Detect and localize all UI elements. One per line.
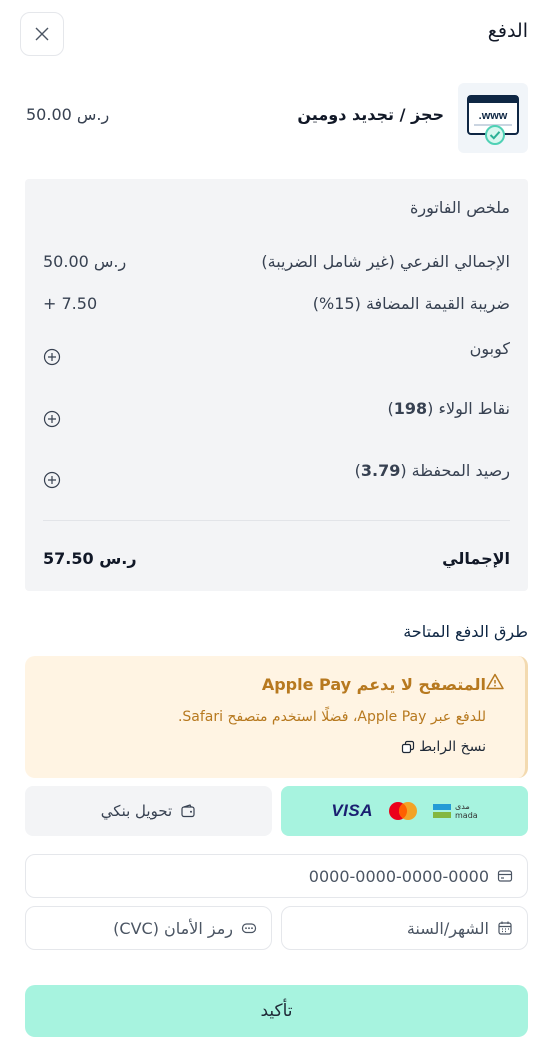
close-icon	[35, 27, 49, 41]
warning-text: للدفع عبر Apple Pay، فضلًا استخدم متصفح …	[177, 709, 486, 725]
mastercard-logo-icon	[389, 802, 417, 820]
card-number-field[interactable]: 0000-0000-0000-0000	[25, 854, 528, 898]
page-title: الدفع	[487, 20, 528, 42]
expiry-field[interactable]: الشهر/السنة	[281, 906, 528, 950]
subtotal-value: 50.00 ر.س	[43, 252, 127, 271]
vat-value: + 7.50	[43, 294, 98, 313]
mada-logo: مدى mada	[433, 802, 478, 820]
thumb-text: www.	[479, 110, 508, 122]
close-button[interactable]	[20, 12, 64, 56]
coupon-label: كوبون	[469, 339, 510, 358]
add-coupon-plus-icon[interactable]	[43, 348, 61, 366]
visa-logo: VISA	[331, 801, 373, 820]
add-loyalty-plus-icon[interactable]	[43, 410, 61, 428]
copy-link[interactable]: نسخ الرابط	[401, 739, 486, 755]
copy-link-label: نسخ الرابط	[419, 739, 486, 755]
summary-divider	[43, 520, 510, 521]
cvc-field[interactable]: رمز الأمان (CVC)	[25, 906, 272, 950]
wallet-balance: 3.79	[360, 461, 401, 480]
bank-transfer-label: تحويل بنكي	[100, 802, 173, 820]
loyalty-label: نقاط الولاء (198)	[387, 399, 510, 418]
expiry-placeholder: الشهر/السنة	[406, 918, 489, 938]
credit-card-icon	[497, 870, 513, 882]
card-payment-option[interactable]: VISA مدى mada	[281, 786, 528, 836]
card-number-placeholder: 0000-0000-0000-0000	[308, 866, 489, 886]
total-value: 57.50 ر.س	[43, 549, 137, 568]
cvc-placeholder: رمز الأمان (CVC)	[113, 918, 233, 938]
product-price: 50.00 ر.س	[26, 105, 110, 124]
total-label: الإجمالي	[442, 549, 510, 568]
warning-icon	[486, 673, 504, 690]
warning-title: المتصفح لا يدعم Apple Pay	[261, 675, 486, 694]
wallet-icon	[181, 804, 195, 818]
bank-transfer-option[interactable]: تحويل بنكي	[25, 786, 272, 836]
subtotal-label: الإجمالي الفرعي (غير شامل الضريبة)	[261, 252, 510, 271]
add-wallet-plus-icon[interactable]	[43, 471, 61, 489]
vat-label: ضريبة القيمة المضافة (15%)	[312, 294, 510, 313]
loyalty-points: 198	[393, 399, 428, 418]
calendar-icon	[498, 921, 512, 935]
security-code-icon	[241, 923, 257, 934]
payment-methods-title: طرق الدفع المتاحة	[403, 622, 528, 641]
product-name: حجز / تجديد دومين	[297, 105, 444, 124]
invoice-summary	[25, 179, 528, 591]
copy-icon	[402, 740, 415, 754]
summary-title: ملخص الفاتورة	[410, 198, 510, 217]
product-thumbnail: www.	[458, 83, 528, 153]
wallet-label: رصيد المحفظة (3.79)	[354, 461, 510, 480]
domain-browser-icon: www.	[467, 95, 519, 145]
confirm-button[interactable]: تأكيد	[25, 985, 528, 1037]
